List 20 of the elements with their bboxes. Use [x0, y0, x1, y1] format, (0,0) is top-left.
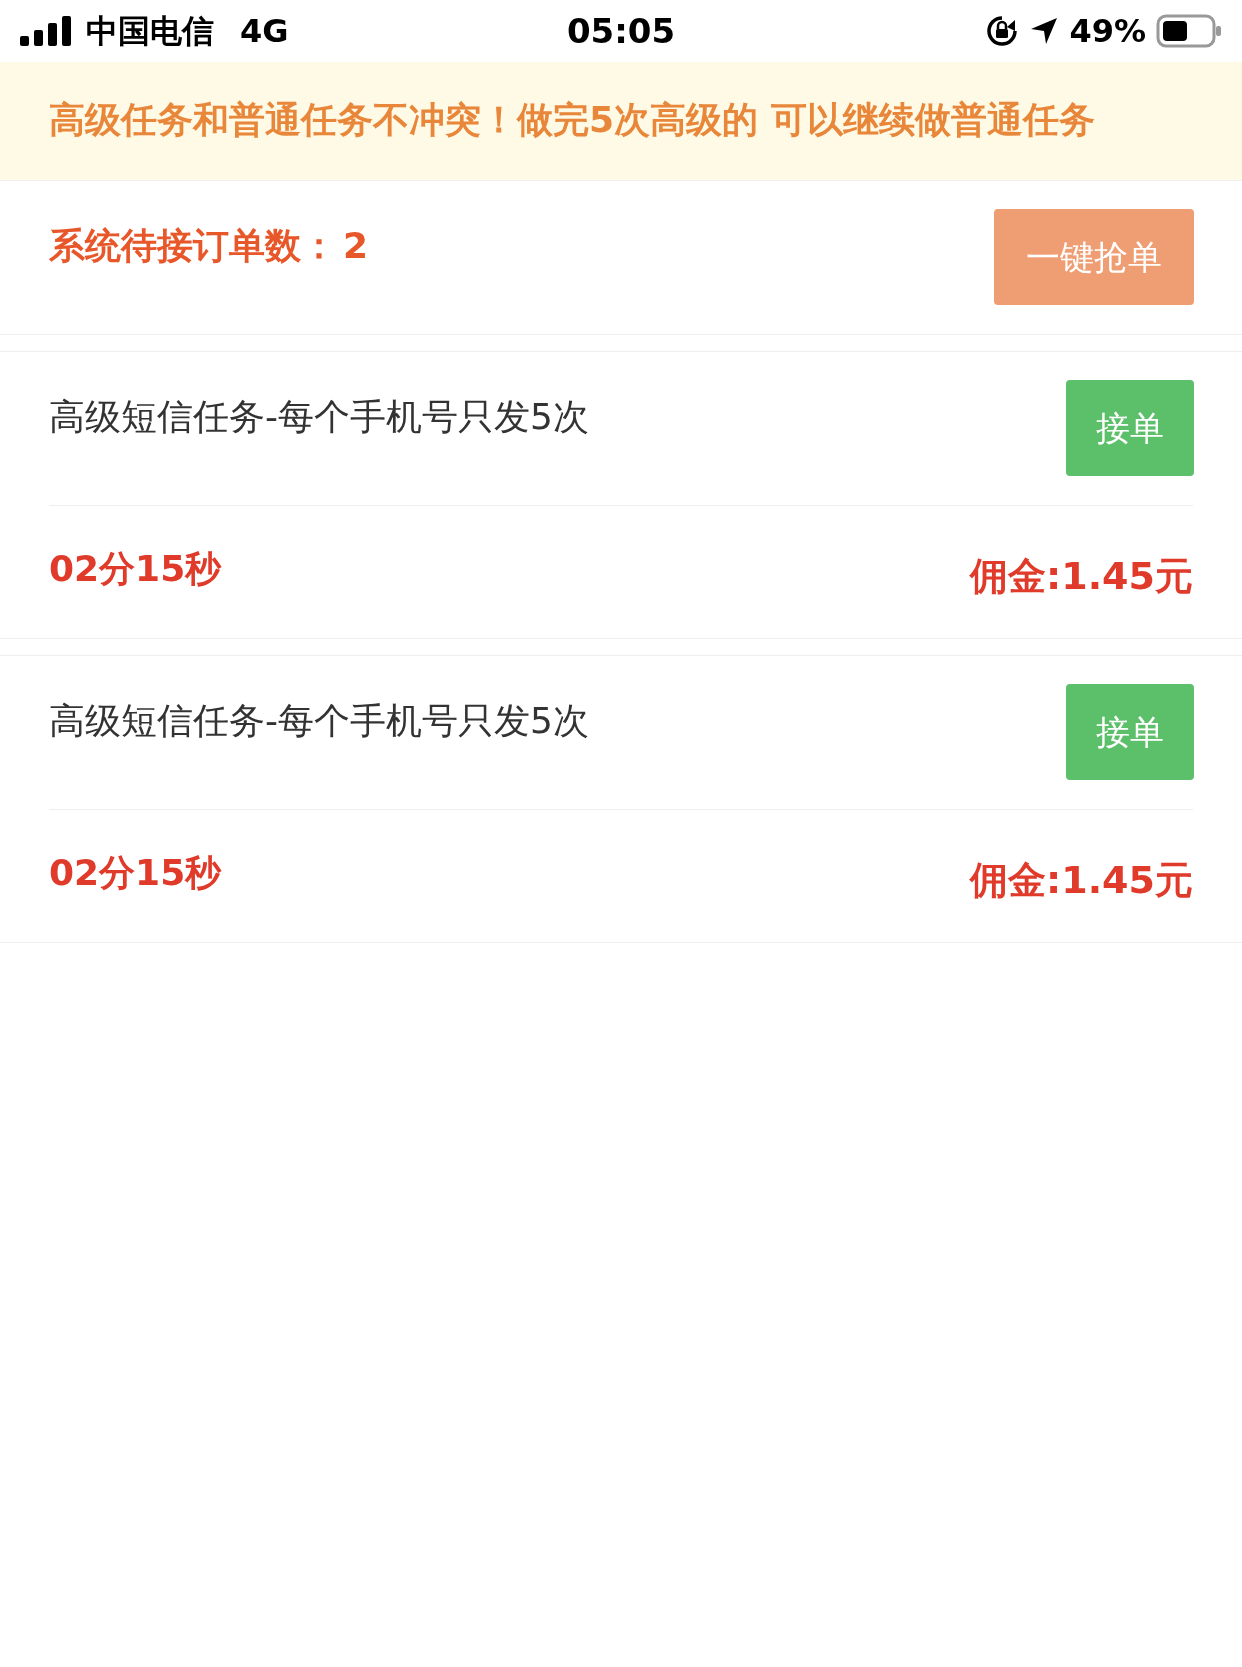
pending-orders-count: 2: [343, 224, 369, 268]
grab-all-button[interactable]: 一键抢单: [994, 209, 1194, 305]
pending-orders-label: 系统待接订单数：: [49, 224, 337, 268]
status-time: 05:05: [566, 9, 676, 53]
signal-icon: [20, 16, 72, 46]
carrier-name: 中国电信: [86, 11, 214, 52]
accept-order-button[interactable]: 接单: [1066, 380, 1194, 476]
network-type: 4G: [240, 11, 289, 52]
countdown-timer: 02分15秒: [49, 851, 222, 895]
location-arrow-icon: [1029, 16, 1060, 46]
notice-text: 高级任务和普通任务不冲突！做完5次高级的 可以继续做普通任务: [49, 98, 1096, 142]
task-title: 高级短信任务-每个手机号只发5次: [49, 395, 589, 439]
rotation-lock-icon: [985, 14, 1020, 48]
battery-percent: 49%: [1069, 11, 1146, 52]
task-title: 高级短信任务-每个手机号只发5次: [49, 699, 589, 743]
commission-amount: 佣金:1.45元: [970, 553, 1193, 600]
countdown-timer: 02分15秒: [49, 547, 222, 591]
commission-amount: 佣金:1.45元: [970, 857, 1193, 904]
accept-order-button[interactable]: 接单: [1066, 684, 1194, 780]
battery-icon: [1156, 14, 1222, 48]
